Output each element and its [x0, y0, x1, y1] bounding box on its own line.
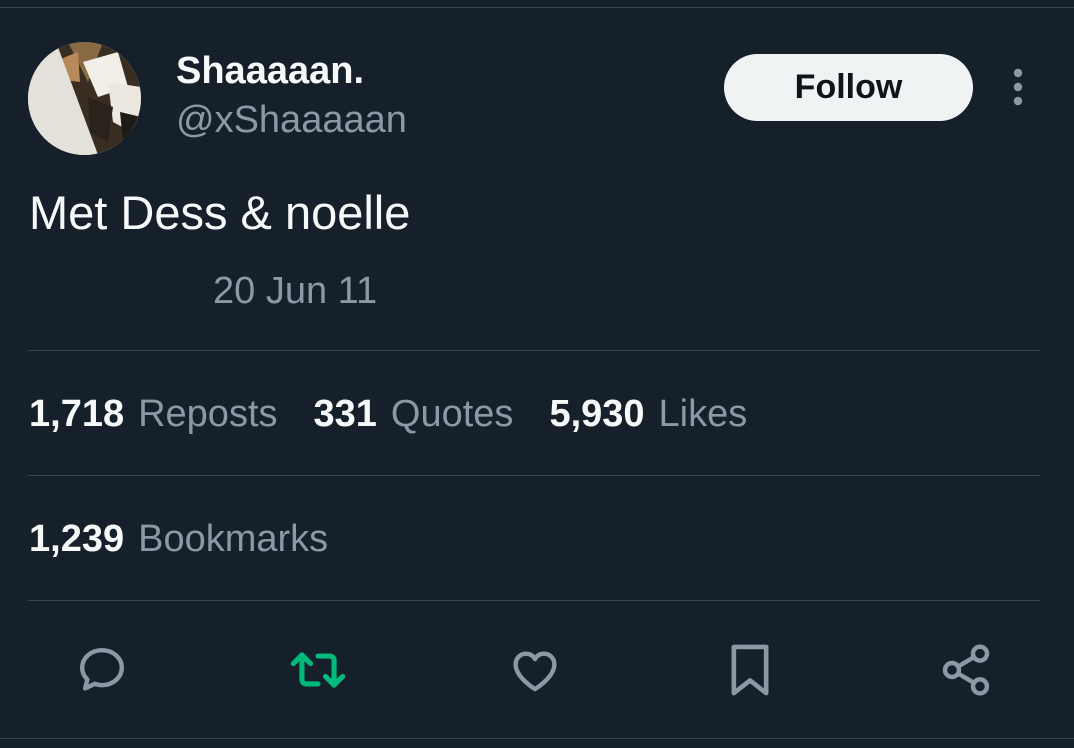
- reply-button[interactable]: [72, 640, 132, 700]
- divider: [28, 350, 1040, 351]
- divider: [28, 475, 1040, 476]
- bookmarks-stat[interactable]: 1,239 Bookmarks: [29, 518, 328, 561]
- avatar[interactable]: [28, 42, 141, 155]
- tweet-text: Met Dess & noelle: [29, 186, 411, 239]
- share-icon: [942, 644, 990, 696]
- bookmarks-label: Bookmarks: [138, 518, 329, 560]
- author-handle[interactable]: @xShaaaaan: [176, 99, 407, 142]
- top-divider: [0, 7, 1074, 8]
- likes-stat[interactable]: 5,930 Likes: [549, 393, 747, 436]
- bookmark-icon: [731, 644, 769, 696]
- divider: [28, 600, 1040, 601]
- engagement-stats: 1,718 Reposts 331 Quotes 5,930 Likes: [29, 393, 783, 436]
- tweet-timestamp[interactable]: 20 Jun 11: [213, 270, 377, 313]
- author-display-name[interactable]: Shaaaaan.: [176, 50, 364, 93]
- heart-icon: [513, 651, 557, 692]
- reply-icon: [79, 647, 125, 691]
- bottom-divider: [0, 738, 1074, 739]
- more-options-button[interactable]: [1004, 64, 1032, 110]
- share-button[interactable]: [936, 640, 996, 700]
- quotes-count: 331: [313, 393, 377, 435]
- more-vertical-icon: [1013, 68, 1023, 106]
- bookmarks-count: 1,239: [29, 518, 125, 560]
- bookmark-button[interactable]: [720, 640, 780, 700]
- repost-button[interactable]: [288, 640, 348, 700]
- repost-icon: [290, 652, 346, 688]
- reposts-stat[interactable]: 1,718 Reposts: [29, 393, 278, 436]
- bookmarks-stats: 1,239 Bookmarks: [29, 518, 364, 561]
- follow-button[interactable]: Follow: [724, 54, 973, 121]
- like-button[interactable]: [505, 640, 565, 700]
- quotes-label: Quotes: [390, 393, 514, 435]
- reposts-count: 1,718: [29, 393, 125, 435]
- likes-count: 5,930: [549, 393, 645, 435]
- likes-label: Likes: [658, 393, 748, 435]
- reposts-label: Reposts: [138, 393, 278, 435]
- quotes-stat[interactable]: 331 Quotes: [314, 393, 514, 436]
- tweet-detail: Shaaaaan. @xShaaaaan Follow Met Dess & n…: [0, 0, 1074, 748]
